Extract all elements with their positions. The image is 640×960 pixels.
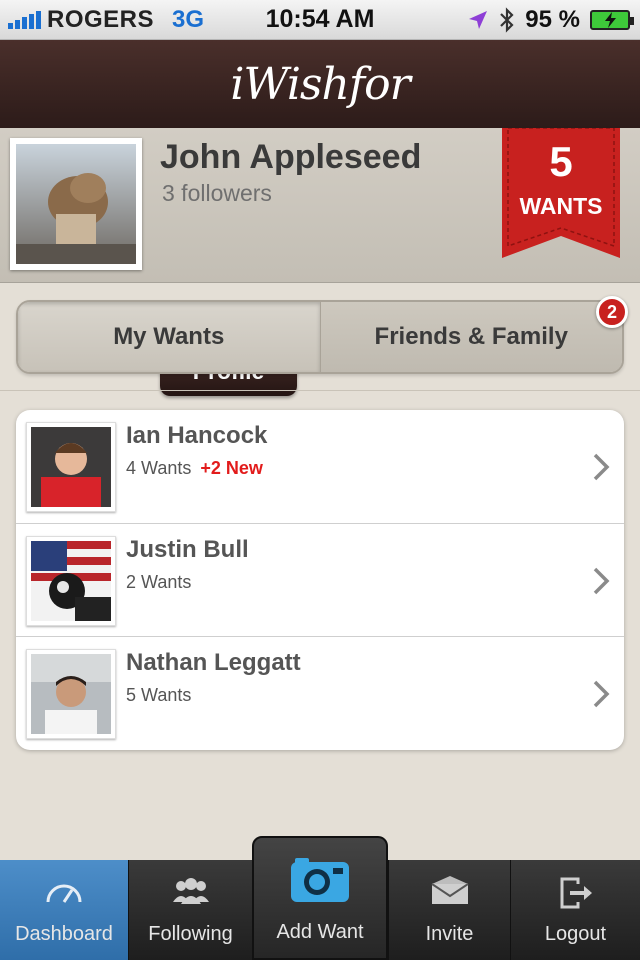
friend-name: Ian Hancock bbox=[126, 422, 268, 449]
tab-add-want[interactable]: Add Want bbox=[252, 836, 388, 960]
tab-dashboard-label: Dashboard bbox=[15, 923, 113, 945]
friend-avatar bbox=[26, 536, 116, 626]
chevron-right-icon bbox=[593, 680, 610, 708]
wants-label: WANTS bbox=[519, 193, 603, 219]
list-item[interactable]: Nathan Leggatt 5 Wants bbox=[16, 636, 624, 749]
tab-friends-family[interactable]: Friends & Family bbox=[319, 302, 622, 372]
navigation-bar: iWishfor bbox=[0, 40, 640, 128]
wants-count: 5 bbox=[549, 138, 573, 185]
notification-badge: 2 bbox=[596, 296, 628, 328]
chevron-right-icon bbox=[593, 567, 610, 595]
battery-percent: 95 % bbox=[525, 6, 580, 33]
status-bar: ROGERS 3G 10:54 AM 95 % bbox=[0, 0, 640, 40]
location-icon bbox=[469, 11, 488, 29]
envelope-icon bbox=[430, 876, 469, 904]
tab-invite[interactable]: Invite bbox=[388, 860, 510, 960]
friend-avatar bbox=[26, 649, 116, 739]
tab-my-wants[interactable]: My Wants bbox=[18, 302, 320, 372]
wants-count-text: 2 Wants bbox=[126, 572, 192, 592]
divider bbox=[0, 390, 640, 391]
list-item[interactable]: Ian Hancock 4 Wants +2 New bbox=[16, 410, 624, 523]
tab-logout-label: Logout bbox=[544, 923, 607, 945]
friend-wants: 2 Wants bbox=[126, 572, 195, 593]
bluetooth-icon bbox=[500, 7, 514, 33]
friends-list: Ian Hancock 4 Wants +2 New Justin Bull 2… bbox=[16, 410, 624, 750]
friend-wants: 4 Wants +2 New bbox=[126, 458, 263, 479]
avatar[interactable] bbox=[10, 138, 142, 270]
wants-count-text: 4 Wants bbox=[126, 458, 192, 478]
followers-count[interactable]: 3 followers bbox=[162, 180, 272, 207]
camera-icon bbox=[291, 858, 349, 902]
tab-following[interactable]: Following bbox=[128, 860, 252, 960]
friend-name: Nathan Leggatt bbox=[126, 649, 301, 676]
tab-invite-label: Invite bbox=[425, 923, 474, 945]
new-indicator: +2 New bbox=[200, 458, 263, 478]
tab-following-label: Following bbox=[148, 923, 233, 945]
tab-logout[interactable]: Logout bbox=[510, 860, 640, 960]
friend-name: Justin Bull bbox=[126, 536, 249, 563]
tab-bar: Dashboard Following Add Want Invite Logo… bbox=[0, 836, 640, 960]
wants-count-text: 5 Wants bbox=[126, 685, 192, 705]
app-logo: iWishfor bbox=[230, 58, 410, 110]
speedometer-icon bbox=[46, 884, 82, 903]
user-name: John Appleseed bbox=[160, 138, 422, 176]
tab-dashboard[interactable]: Dashboard bbox=[0, 860, 128, 960]
friend-avatar bbox=[26, 422, 116, 512]
segmented-control: My Wants Friends & Family bbox=[16, 300, 624, 374]
avatar-photo bbox=[16, 144, 136, 264]
chevron-right-icon bbox=[593, 453, 610, 481]
status-right: 95 % bbox=[467, 6, 634, 34]
friend-wants: 5 Wants bbox=[126, 685, 195, 706]
battery-icon bbox=[590, 10, 634, 30]
people-icon bbox=[172, 878, 209, 904]
list-item[interactable]: Justin Bull 2 Wants bbox=[16, 523, 624, 636]
tab-add-want-label: Add Want bbox=[276, 921, 364, 943]
logout-icon bbox=[560, 877, 592, 909]
